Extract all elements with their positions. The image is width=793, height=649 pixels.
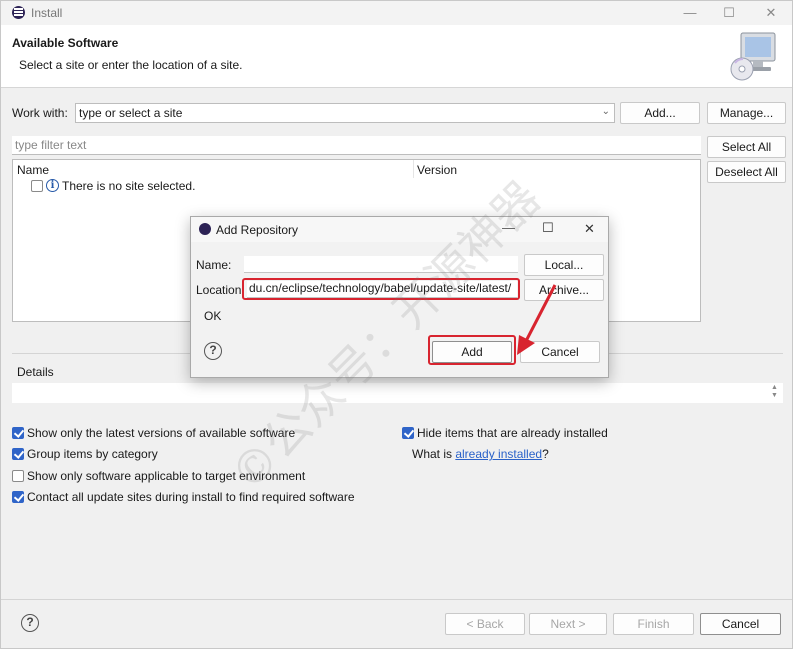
location-highlight-box bbox=[242, 278, 520, 300]
work-with-combo[interactable]: type or select a site ⌄ bbox=[75, 103, 615, 123]
what-is-suffix: ? bbox=[542, 447, 549, 461]
details-area bbox=[12, 383, 783, 403]
add-highlight-box bbox=[428, 335, 516, 365]
close-button[interactable]: ✕ bbox=[757, 4, 785, 22]
latest-versions-checkbox[interactable] bbox=[12, 427, 24, 439]
dialog-status-text: OK bbox=[204, 309, 222, 323]
filter-placeholder: type filter text bbox=[15, 138, 87, 152]
title-bar: Install — ☐ ✕ bbox=[1, 1, 792, 25]
work-with-value: type or select a site bbox=[79, 106, 183, 120]
already-installed-link[interactable]: already installed bbox=[455, 447, 542, 461]
eclipse-app-icon bbox=[12, 6, 25, 19]
annotation-arrow bbox=[517, 284, 557, 355]
next-button[interactable]: Next > bbox=[529, 613, 607, 635]
cancel-button[interactable]: Cancel bbox=[700, 613, 781, 635]
target-environment-label: Show only software applicable to target … bbox=[27, 469, 306, 483]
location-label: Location: bbox=[196, 283, 245, 297]
name-label: Name: bbox=[196, 258, 232, 272]
minimize-button[interactable]: — bbox=[676, 4, 704, 22]
hide-installed-checkbox[interactable] bbox=[402, 427, 414, 439]
install-monitor-icon bbox=[730, 32, 776, 81]
select-all-button[interactable]: Select All bbox=[707, 136, 786, 158]
manage-button[interactable]: Manage... bbox=[707, 102, 786, 124]
filter-field[interactable]: type filter text bbox=[12, 136, 701, 155]
what-is-prefix: What is bbox=[412, 447, 456, 461]
tree-item-checkbox[interactable] bbox=[31, 180, 43, 192]
window-title: Install bbox=[31, 6, 63, 20]
dialog-maximize-button[interactable]: ☐ bbox=[542, 220, 554, 236]
work-with-label: Work with: bbox=[12, 106, 68, 120]
local-button[interactable]: Local... bbox=[524, 254, 604, 276]
empty-tree-message: There is no site selected. bbox=[62, 179, 196, 193]
dialog-minimize-button[interactable]: — bbox=[502, 220, 515, 235]
deselect-all-button[interactable]: Deselect All bbox=[707, 161, 786, 183]
column-divider bbox=[413, 160, 414, 178]
column-header-name[interactable]: Name bbox=[17, 163, 49, 177]
chevron-down-icon[interactable]: ⌄ bbox=[602, 106, 610, 117]
dialog-title: Add Repository bbox=[216, 223, 299, 237]
dialog-help-icon[interactable]: ? bbox=[204, 342, 222, 360]
scroll-arrows-icon[interactable]: ▲ ▼ bbox=[771, 384, 778, 400]
target-environment-checkbox[interactable] bbox=[12, 470, 24, 482]
details-label: Details bbox=[17, 365, 54, 379]
dialog-close-button[interactable]: ✕ bbox=[584, 221, 595, 237]
page-title: Available Software bbox=[12, 36, 119, 50]
name-field[interactable] bbox=[244, 256, 518, 273]
back-button[interactable]: < Back bbox=[445, 613, 525, 635]
latest-versions-label: Show only the latest versions of availab… bbox=[27, 426, 296, 440]
info-icon: i bbox=[46, 179, 59, 192]
group-by-category-label: Group items by category bbox=[27, 447, 158, 461]
add-site-button[interactable]: Add... bbox=[620, 102, 700, 124]
maximize-button[interactable]: ☐ bbox=[715, 4, 743, 22]
hide-installed-label: Hide items that are already installed bbox=[417, 426, 608, 440]
column-header-version[interactable]: Version bbox=[417, 163, 457, 177]
dialog-title-bar: Add Repository — ☐ ✕ bbox=[191, 217, 608, 242]
help-icon[interactable]: ? bbox=[21, 614, 39, 632]
contact-update-sites-label: Contact all update sites during install … bbox=[27, 490, 355, 504]
group-by-category-checkbox[interactable] bbox=[12, 448, 24, 460]
finish-button[interactable]: Finish bbox=[613, 613, 694, 635]
footer-divider bbox=[1, 599, 792, 600]
contact-update-sites-checkbox[interactable] bbox=[12, 491, 24, 503]
what-is-installed-text: What is already installed? bbox=[412, 447, 549, 461]
wizard-header: Available Software Select a site or ente… bbox=[1, 25, 792, 88]
page-description: Select a site or enter the location of a… bbox=[19, 58, 243, 72]
install-window: Install — ☐ ✕ Available Software Select … bbox=[0, 0, 793, 649]
eclipse-dialog-icon bbox=[199, 223, 211, 235]
